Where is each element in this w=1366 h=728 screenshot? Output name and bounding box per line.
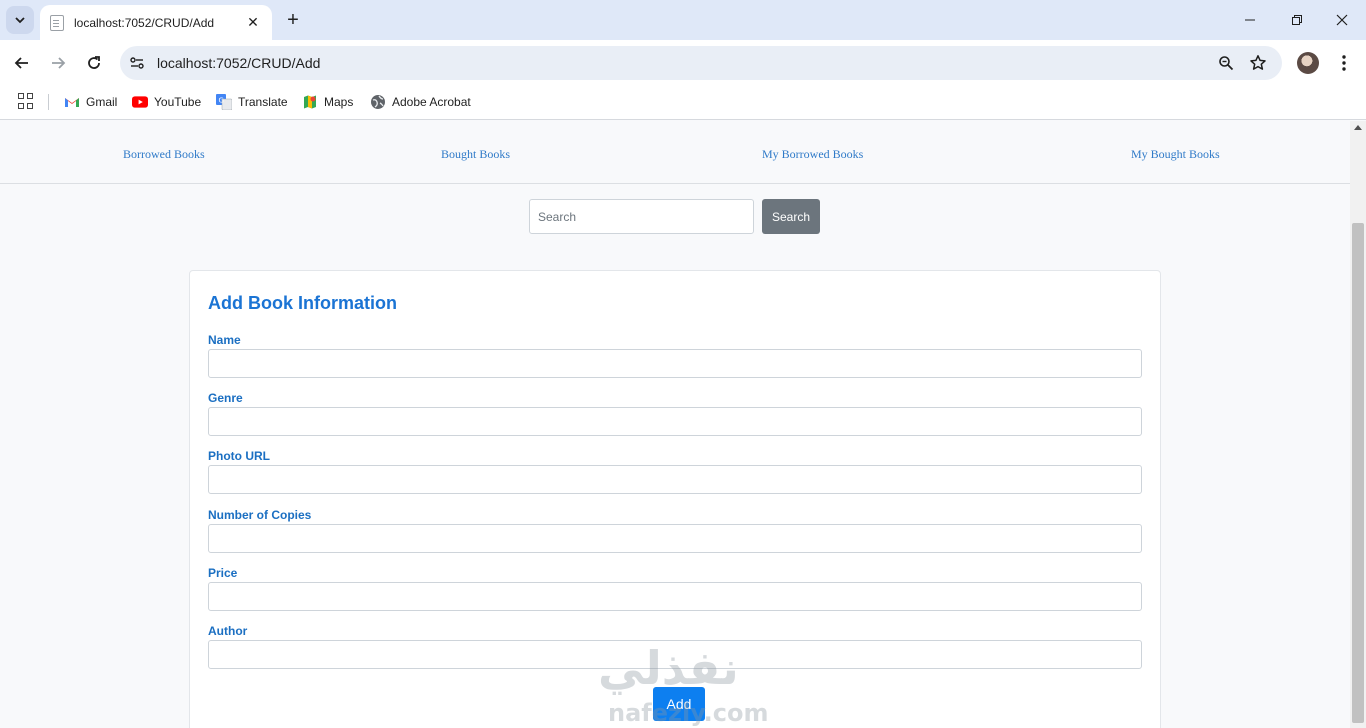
page-scrollbar[interactable] <box>1350 121 1366 728</box>
site-settings-icon[interactable] <box>125 51 149 75</box>
scroll-thumb[interactable] <box>1352 223 1364 723</box>
avatar[interactable] <box>1297 52 1319 74</box>
url-text[interactable]: localhost:7052/CRUD/Add <box>157 55 1212 71</box>
menu-icon[interactable] <box>1333 52 1355 74</box>
genre-label: Genre <box>208 391 243 405</box>
bookmarks-separator <box>48 94 49 110</box>
scroll-up-icon[interactable] <box>1354 125 1362 130</box>
search-button[interactable]: Search <box>762 199 820 234</box>
photo-url-field[interactable] <box>208 465 1142 494</box>
search-input[interactable] <box>529 199 754 234</box>
browser-toolbar: localhost:7052/CRUD/Add <box>0 40 1366 86</box>
bookmark-gmail[interactable]: Gmail <box>64 91 117 113</box>
page-content: Borrowed Books Bought Books My Borrowed … <box>0 121 1350 728</box>
tab-strip: localhost:7052/CRUD/Add ✕ + <box>0 0 1366 40</box>
svg-text:G: G <box>219 97 224 105</box>
zoom-icon[interactable] <box>1212 49 1240 77</box>
translate-icon: G <box>216 94 232 110</box>
add-book-card: Add Book Information Name Genre Photo UR… <box>189 270 1161 728</box>
restore-icon[interactable] <box>1285 8 1309 32</box>
maps-icon <box>302 94 318 110</box>
genre-field[interactable] <box>208 407 1142 436</box>
bookmark-label: Maps <box>324 95 354 109</box>
copies-field[interactable] <box>208 524 1142 553</box>
gmail-icon <box>64 94 80 110</box>
bookmark-translate[interactable]: G Translate <box>216 91 288 113</box>
address-bar[interactable]: localhost:7052/CRUD/Add <box>120 46 1282 80</box>
bookmark-label: Adobe Acrobat <box>392 95 471 109</box>
name-label: Name <box>208 333 241 347</box>
nav-my-bought-books[interactable]: My Bought Books <box>1131 147 1220 162</box>
apps-grid-icon[interactable] <box>18 93 34 109</box>
top-navigation: Borrowed Books Bought Books My Borrowed … <box>0 121 1350 184</box>
nav-bought-books[interactable]: Bought Books <box>441 147 510 162</box>
bookmark-maps[interactable]: Maps <box>302 91 353 113</box>
name-field[interactable] <box>208 349 1142 378</box>
copies-label: Number of Copies <box>208 508 312 522</box>
youtube-icon <box>132 94 148 110</box>
forward-icon[interactable] <box>46 51 70 75</box>
bookmark-youtube[interactable]: YouTube <box>132 91 201 113</box>
close-window-icon[interactable] <box>1330 8 1354 32</box>
page-icon <box>50 14 64 31</box>
add-button[interactable]: Add <box>653 687 705 721</box>
author-field[interactable] <box>208 640 1142 669</box>
bookmark-star-icon[interactable] <box>1244 49 1272 77</box>
back-icon[interactable] <box>10 51 34 75</box>
chevron-down-icon <box>15 17 25 24</box>
reload-icon[interactable] <box>82 51 106 75</box>
tab-title: localhost:7052/CRUD/Add <box>74 15 215 30</box>
nav-my-borrowed-books[interactable]: My Borrowed Books <box>762 147 863 162</box>
bookmark-label: Gmail <box>86 95 118 109</box>
minimize-icon[interactable] <box>1238 8 1262 32</box>
bookmark-adobe-acrobat[interactable]: Adobe Acrobat <box>370 91 471 113</box>
nav-borrowed-books[interactable]: Borrowed Books <box>123 147 205 162</box>
form-title: Add Book Information <box>208 293 397 313</box>
bookmark-label: YouTube <box>154 95 202 109</box>
active-tab[interactable]: localhost:7052/CRUD/Add ✕ <box>40 5 272 40</box>
bookmarks-bar: Gmail YouTube G Translate Maps Adobe Acr… <box>0 86 1366 120</box>
bookmark-label: Translate <box>238 95 288 109</box>
close-icon[interactable]: ✕ <box>244 14 262 32</box>
price-field[interactable] <box>208 582 1142 611</box>
photo-url-label: Photo URL <box>208 449 270 463</box>
author-label: Author <box>208 624 248 638</box>
new-tab-button[interactable]: + <box>282 9 304 31</box>
price-label: Price <box>208 566 238 580</box>
globe-icon <box>370 94 386 110</box>
tab-search-button[interactable] <box>6 6 34 34</box>
